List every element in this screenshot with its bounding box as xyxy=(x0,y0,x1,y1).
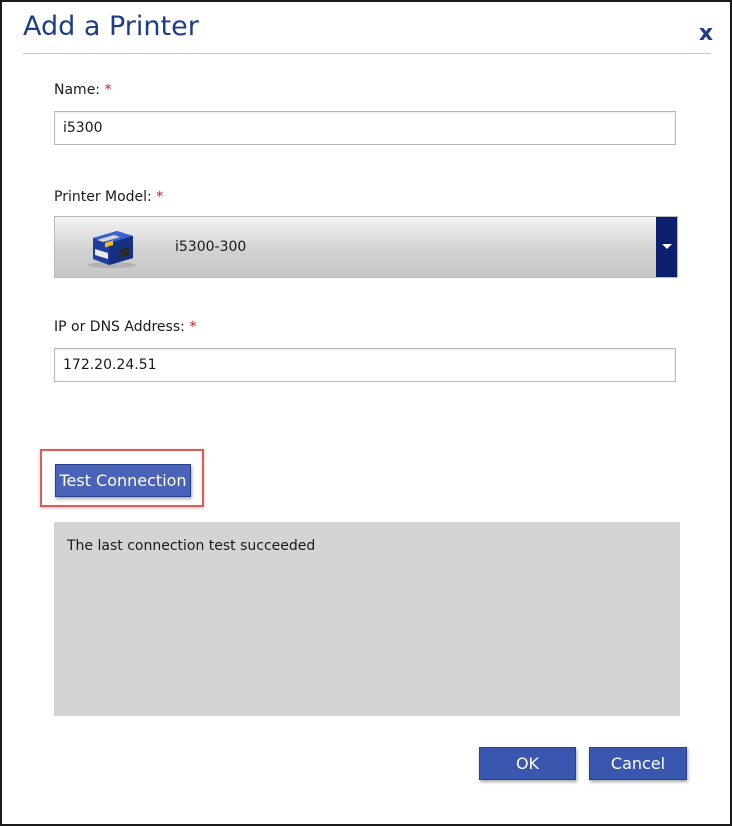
printer-model-label: Printer Model: * xyxy=(54,189,163,205)
test-connection-button[interactable]: Test Connection xyxy=(55,464,191,497)
address-label-text: IP or DNS Address: xyxy=(54,319,185,335)
printer-model-required-mark: * xyxy=(156,189,164,205)
address-label: IP or DNS Address: * xyxy=(54,319,196,335)
address-required-mark: * xyxy=(189,319,197,335)
ok-button[interactable]: OK xyxy=(479,747,576,780)
dialog-title: Add a Printer xyxy=(23,11,199,42)
name-label: Name: * xyxy=(54,82,111,98)
connection-result-panel: The last connection test succeeded xyxy=(54,522,680,716)
name-label-text: Name: xyxy=(54,82,101,98)
printer-model-dropdown[interactable]: i5300-300 xyxy=(54,216,678,278)
title-divider xyxy=(23,53,711,54)
name-required-mark: * xyxy=(104,82,112,98)
connection-result-text: The last connection test succeeded xyxy=(67,538,316,554)
cancel-button[interactable]: Cancel xyxy=(589,747,687,780)
printer-icon xyxy=(88,231,136,268)
chevron-down-icon xyxy=(662,244,672,249)
printer-model-label-text: Printer Model: xyxy=(54,189,152,205)
close-icon[interactable]: x xyxy=(695,20,717,48)
add-printer-dialog: Add a Printer x Name: * Printer Model: *… xyxy=(0,0,732,826)
name-input[interactable] xyxy=(54,111,676,145)
printer-model-dropdown-button[interactable] xyxy=(656,217,677,277)
printer-model-value: i5300-300 xyxy=(175,239,247,255)
address-input[interactable] xyxy=(54,348,676,382)
